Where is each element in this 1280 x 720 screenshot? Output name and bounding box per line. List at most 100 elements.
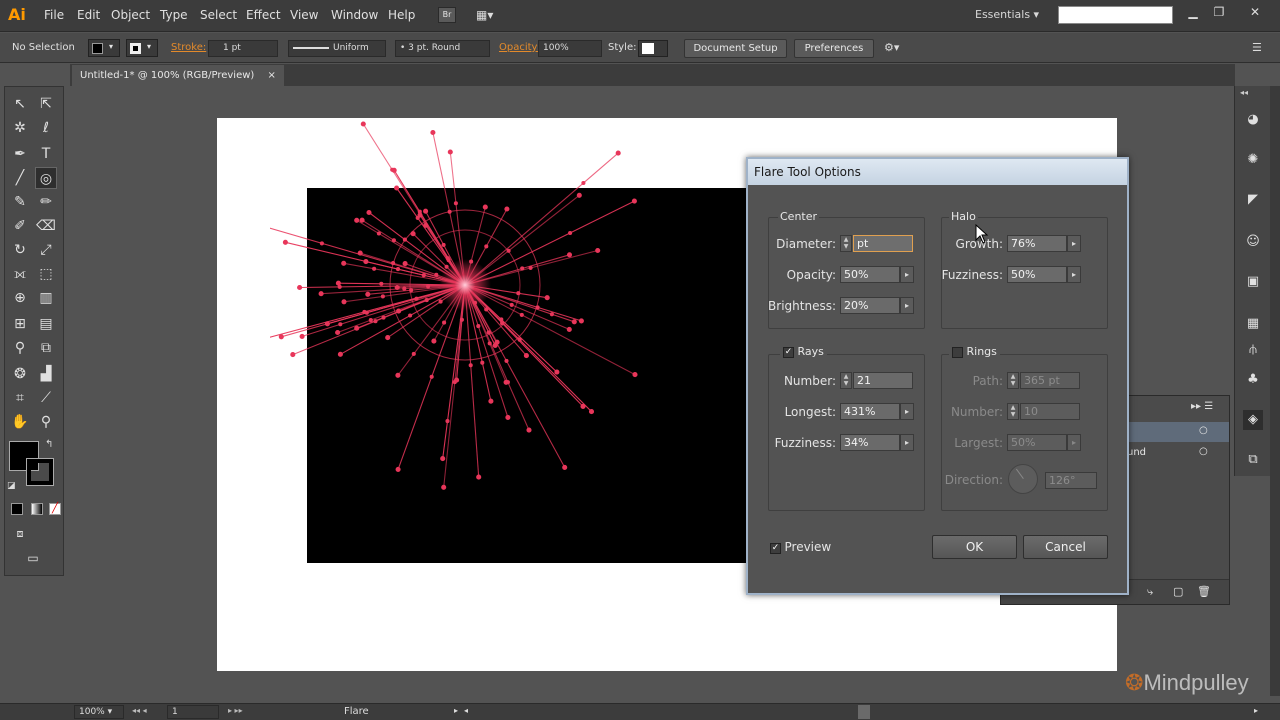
stroke-label[interactable]: Stroke: xyxy=(171,42,206,53)
paintbrush-tool-icon[interactable]: ✎ xyxy=(9,191,31,213)
artboards-panel-icon[interactable]: ⧉ xyxy=(1243,450,1263,470)
menu-file[interactable]: File xyxy=(44,8,64,22)
none-mode-icon[interactable]: ╱ xyxy=(49,503,61,515)
longest-field[interactable]: 431% xyxy=(840,403,900,420)
column-graph-tool-icon[interactable]: ▟ xyxy=(35,363,57,385)
scale-tool-icon[interactable]: ⤢ xyxy=(35,239,57,261)
flare-tool-icon[interactable]: ◎ xyxy=(35,167,57,189)
ring-number-field[interactable]: 10 xyxy=(1020,403,1080,420)
arrange-documents-icon[interactable]: ▦▾ xyxy=(476,7,500,23)
preview-checkbox-row[interactable]: ✓ Preview xyxy=(770,540,831,554)
rotate-tool-icon[interactable]: ↻ xyxy=(9,239,31,261)
zoom-tool-icon[interactable]: ⚲ xyxy=(35,411,57,433)
direction-dial[interactable] xyxy=(1008,464,1038,494)
stroke-color-swatch[interactable] xyxy=(26,458,54,486)
scroll-left-icon[interactable]: ◂ xyxy=(464,706,468,715)
largest-field[interactable]: 50% xyxy=(1007,434,1067,451)
brush-definition[interactable]: • 3 pt. Round xyxy=(395,40,490,57)
symbol-sprayer-tool-icon[interactable]: ❂ xyxy=(9,363,31,385)
opacity-field[interactable]: 100% xyxy=(538,40,602,57)
artboard-number-field[interactable]: 1 xyxy=(167,705,219,719)
arrange-icon[interactable]: ⚙▾ xyxy=(884,41,899,54)
flare-artwork[interactable] xyxy=(270,80,690,500)
appearance-panel-icon[interactable]: ☺ xyxy=(1243,232,1263,252)
rays-number-field[interactable]: 21 xyxy=(853,372,913,389)
rays-number-stepper[interactable]: ▲ ▼ xyxy=(840,372,852,389)
selection-tool-icon[interactable]: ↖ xyxy=(9,93,31,115)
stroke-weight-field[interactable]: 1 pt xyxy=(208,40,278,57)
gradient-mode-icon[interactable] xyxy=(31,503,43,515)
ring-path-stepper[interactable]: ▲ ▼ xyxy=(1007,372,1019,389)
color-mode-icon[interactable] xyxy=(11,503,23,515)
diameter-stepper[interactable]: ▲ ▼ xyxy=(840,235,852,252)
magic-wand-tool-icon[interactable]: ✲ xyxy=(9,117,31,139)
symbols-panel-icon[interactable]: ♣ xyxy=(1243,370,1263,390)
eyedropper-tool-icon[interactable]: ⚲ xyxy=(9,337,31,359)
blob-brush-tool-icon[interactable]: ✐ xyxy=(9,215,31,237)
rays-fuzziness-slider-toggle[interactable]: ▸ xyxy=(900,434,914,451)
center-opacity-slider-toggle[interactable]: ▸ xyxy=(900,266,914,283)
target-icon[interactable]: ○ xyxy=(1199,425,1208,436)
free-transform-tool-icon[interactable]: ⬚ xyxy=(35,263,57,285)
workspace-switcher[interactable]: Essentials ▾ xyxy=(975,8,1039,21)
brightness-slider-toggle[interactable]: ▸ xyxy=(900,297,914,314)
pencil-tool-icon[interactable]: ✏ xyxy=(35,191,57,213)
direct-selection-tool-icon[interactable]: ⇱ xyxy=(35,93,57,115)
screen-mode-icon[interactable]: ▭ xyxy=(22,547,44,569)
stroke-panel-icon[interactable]: ◤ xyxy=(1243,190,1263,210)
longest-slider-toggle[interactable]: ▸ xyxy=(900,403,914,420)
document-tab[interactable]: Untitled-1* @ 100% (RGB/Preview) × xyxy=(72,65,284,86)
collapse-panels-icon[interactable]: ◂◂ xyxy=(1240,88,1248,97)
status-menu-icon[interactable]: ▸ xyxy=(454,706,458,715)
graphic-style-picker[interactable] xyxy=(638,40,668,57)
default-colors-icon[interactable]: ◪ xyxy=(7,481,16,491)
horizontal-scroll-thumb[interactable] xyxy=(858,705,870,719)
ring-path-field[interactable]: 365 pt xyxy=(1020,372,1080,389)
slice-tool-icon[interactable]: ⟋ xyxy=(35,387,57,409)
bridge-icon[interactable]: Br xyxy=(438,7,456,23)
first-artboard-icon[interactable]: ◂◂ ◂ xyxy=(132,706,147,715)
menu-object[interactable]: Object xyxy=(111,8,150,22)
next-artboard-icon[interactable]: ▸ ▸▸ xyxy=(228,706,243,715)
variable-width-profile[interactable]: Uniform xyxy=(288,40,386,57)
halo-fuzziness-slider-toggle[interactable]: ▸ xyxy=(1067,266,1081,283)
cancel-button[interactable]: Cancel xyxy=(1023,535,1108,559)
line-tool-icon[interactable]: ╱ xyxy=(9,167,31,189)
largest-slider-toggle[interactable]: ▸ xyxy=(1067,434,1081,451)
blend-tool-icon[interactable]: ⧉ xyxy=(35,337,57,359)
gradient-tool-icon[interactable]: ▤ xyxy=(35,313,57,335)
scroll-right-icon[interactable]: ▸ xyxy=(1254,706,1258,715)
menu-type[interactable]: Type xyxy=(160,8,188,22)
transparency-panel-icon[interactable]: ▦ xyxy=(1243,314,1263,334)
gradient-panel-icon[interactable]: ▣ xyxy=(1243,272,1263,292)
color-guide-icon[interactable]: ✺ xyxy=(1243,150,1263,170)
opacity-label[interactable]: Opacity: xyxy=(499,42,540,53)
target-icon[interactable]: ○ xyxy=(1199,446,1208,457)
perspective-grid-tool-icon[interactable]: ▥ xyxy=(35,287,57,309)
layers-panel-icon[interactable]: ◈ xyxy=(1243,410,1263,430)
rays-checkbox[interactable]: ✓ xyxy=(783,346,794,358)
draw-normal-icon[interactable]: ⧈ xyxy=(9,523,31,545)
direction-field[interactable]: 126° xyxy=(1045,472,1097,489)
brushes-panel-icon[interactable]: ⫛ xyxy=(1243,340,1263,360)
rays-fuzziness-field[interactable]: 34% xyxy=(840,434,900,451)
swap-colors-icon[interactable]: ↰ xyxy=(45,439,53,450)
minimize-icon[interactable]: ▁ xyxy=(1182,3,1204,21)
menu-view[interactable]: View xyxy=(290,8,318,22)
preview-checkbox[interactable]: ✓ xyxy=(770,542,781,554)
type-tool-icon[interactable]: T xyxy=(35,143,57,165)
menu-effect[interactable]: Effect xyxy=(246,8,281,22)
document-setup-button[interactable]: Document Setup xyxy=(684,39,787,58)
menu-select[interactable]: Select xyxy=(200,8,237,22)
center-opacity-field[interactable]: 50% xyxy=(840,266,900,283)
menu-edit[interactable]: Edit xyxy=(77,8,100,22)
restore-icon[interactable]: ❐ xyxy=(1208,3,1230,21)
color-panel-icon[interactable]: ◕ xyxy=(1243,110,1263,130)
menu-help[interactable]: Help xyxy=(388,8,415,22)
growth-field[interactable]: 76% xyxy=(1007,235,1067,252)
artboard-tool-icon[interactable]: ⌗ xyxy=(9,387,31,409)
lasso-tool-icon[interactable]: ℓ xyxy=(35,117,57,139)
panel-menu-icon[interactable]: ☰ xyxy=(1252,41,1262,54)
width-tool-icon[interactable]: ⟗ xyxy=(9,263,31,285)
hand-tool-icon[interactable]: ✋ xyxy=(9,411,31,433)
